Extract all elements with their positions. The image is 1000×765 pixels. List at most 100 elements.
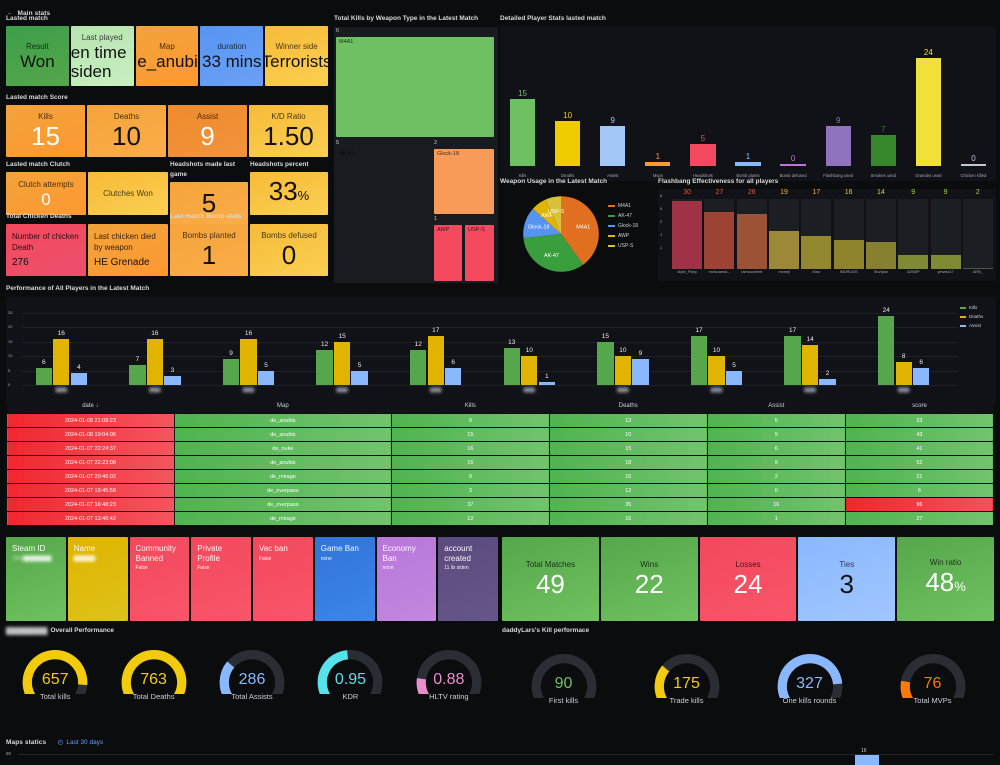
table-cell: 41 xyxy=(844,441,995,456)
flash-bar-category: meneji xyxy=(778,270,790,274)
perf-bar-kills[interactable] xyxy=(129,364,146,385)
table-row[interactable]: 2024-01-07 13:46:42 de_mirage 12 16 1 27 xyxy=(6,511,995,526)
table-row[interactable]: 2024-01-08 19:04:06 de_anubis 15 10 9 43 xyxy=(6,427,995,442)
perf-bar-assist[interactable] xyxy=(257,370,275,385)
flash-bar[interactable] xyxy=(898,255,929,269)
flash-bar[interactable] xyxy=(865,242,896,269)
overall-gauges: 657 Total kills 763 Total Deaths 286 Total As… xyxy=(6,644,498,701)
table-cell: 13 xyxy=(548,413,708,428)
flash-bar[interactable] xyxy=(672,201,703,269)
detailed-bar[interactable] xyxy=(870,134,896,166)
detailed-bar[interactable] xyxy=(690,143,716,166)
flash-bar-category: 420IMP xyxy=(906,270,920,274)
flash-bar-category: n0xz xyxy=(812,270,821,274)
steam-tile-value: 11 år siden xyxy=(444,565,469,571)
table-row[interactable]: 2024-01-07 19:45:58 de_overpass 3 12 0 6 xyxy=(6,483,995,498)
perf-bar-assist[interactable] xyxy=(445,367,462,385)
perf-bar-deaths[interactable] xyxy=(521,356,538,385)
perf-bar-kills[interactable] xyxy=(410,350,427,385)
table-col-header[interactable]: Map xyxy=(174,400,392,414)
perf-bar-assist[interactable] xyxy=(632,359,649,385)
pie-slice-label: USP-S xyxy=(548,209,565,215)
table-col-header[interactable]: Kills xyxy=(391,400,550,414)
treemap-cell[interactable]: M4A1 xyxy=(336,37,494,137)
table-col-header[interactable]: Assist xyxy=(707,400,846,414)
table-header-row[interactable]: date ↓ Map Kills Deaths Assist score xyxy=(6,400,994,414)
perf-bar-kills[interactable] xyxy=(784,336,801,385)
perf-bar-deaths[interactable] xyxy=(146,338,164,385)
table-cell: de_overpass xyxy=(173,497,392,512)
treemap-cell[interactable]: AK-47 xyxy=(336,149,430,281)
detailed-bar[interactable] xyxy=(960,164,987,166)
perf-bar-kills[interactable] xyxy=(316,350,333,385)
flash-bar[interactable] xyxy=(736,214,767,269)
table-row[interactable]: 2024-01-07 20:46:02 de_mirage 9 15 2 21 xyxy=(6,469,995,484)
perf-bar-value: 16 xyxy=(151,329,159,337)
table-cell: 9 xyxy=(706,427,846,442)
table-cell: 16 xyxy=(548,511,708,526)
pie-slice-label: AK-47 xyxy=(544,253,559,259)
clutch-tile-1: Clutches Won xyxy=(88,172,168,215)
detailed-bar[interactable] xyxy=(825,125,851,166)
perf-bar-assist[interactable] xyxy=(725,370,743,385)
perf-legend-item[interactable]: Kills xyxy=(960,303,994,312)
perf-bar-deaths[interactable] xyxy=(53,338,70,385)
flash-bar[interactable] xyxy=(833,239,864,269)
flash-bar[interactable] xyxy=(704,211,735,269)
treemap-cell[interactable]: Glock-18 xyxy=(434,149,494,214)
flash-bar[interactable] xyxy=(801,236,832,269)
table-cell: 6 xyxy=(844,483,995,498)
detailed-bar[interactable] xyxy=(555,121,581,166)
perf-bar-assist[interactable] xyxy=(538,382,555,385)
table-row[interactable]: 2024-01-07 22:23:08 de_anubis 16 18 9 52 xyxy=(6,455,995,470)
flash-bar[interactable] xyxy=(962,267,993,269)
perf-bar-deaths[interactable] xyxy=(801,344,819,385)
table-col-header[interactable]: date ↓ xyxy=(6,400,175,414)
perf-bar-kills[interactable] xyxy=(222,359,240,385)
perf-bar-assist[interactable] xyxy=(351,370,368,385)
row-header-maps-statics[interactable]: Maps statics ◴ Last 30 days xyxy=(6,731,103,749)
lasted-tile-3: duration 33 mins xyxy=(200,26,264,86)
gauge-kill-fill xyxy=(900,680,913,698)
perf-player-label: ████ xyxy=(55,387,67,392)
table-col-header[interactable]: score xyxy=(845,400,994,414)
panel-match-table[interactable]: date ↓ Map Kills Deaths Assist score 2024-01-… xyxy=(6,400,995,526)
detailed-bar[interactable] xyxy=(509,98,536,166)
flash-bar[interactable] xyxy=(769,230,800,269)
perf-gridline xyxy=(22,313,958,314)
detailed-bar[interactable] xyxy=(780,164,806,166)
table-row[interactable]: 2024-01-08 21:08:23 de_anubis 9 13 5 23 xyxy=(6,413,995,428)
table-col-header[interactable]: Deaths xyxy=(549,400,708,414)
perf-bar-kills[interactable] xyxy=(35,367,52,385)
table-row[interactable]: 2024-01-07 22:24:37 de_nuke 16 15 6 41 xyxy=(6,441,995,456)
table-row[interactable]: 2024-01-07 16:48:23 de_overpass 37 35 16 96 xyxy=(6,497,995,512)
detailed-bar[interactable] xyxy=(735,161,761,166)
perf-bar-kills[interactable] xyxy=(690,336,708,385)
perf-bar-deaths[interactable] xyxy=(708,356,725,385)
perf-bar-value: 24 xyxy=(882,306,890,314)
detailed-bar[interactable] xyxy=(645,161,671,166)
maps-bar xyxy=(855,755,879,765)
perf-bar-assist[interactable] xyxy=(70,373,87,385)
flash-bar[interactable] xyxy=(930,255,961,269)
perf-legend-item[interactable]: Assist xyxy=(960,321,994,330)
panel-bomb: Last match Bomb stats Bombs planted 1 Bomb… xyxy=(170,212,328,276)
perf-bar-kills[interactable] xyxy=(878,315,895,385)
lasted-tile-label: duration xyxy=(217,42,247,51)
perf-bar-assist[interactable] xyxy=(164,376,181,385)
table-body[interactable]: 2024-01-08 21:08:23 de_anubis 9 13 5 23 2024-0… xyxy=(6,413,995,526)
perf-bar-assist[interactable] xyxy=(819,379,836,385)
treemap-cell[interactable]: AWP xyxy=(434,225,462,281)
gauge-overall-value: 0.88 xyxy=(433,671,465,688)
detailed-bar[interactable] xyxy=(915,58,941,166)
perf-bar-assist[interactable] xyxy=(913,367,930,385)
headshots-percent-tile: 33% xyxy=(250,172,328,215)
time-range-picker[interactable]: ◴ Last 30 days xyxy=(58,738,104,747)
clutch-tile-label: Clutch attempts xyxy=(18,179,74,189)
perf-legend-item[interactable]: Deaths xyxy=(960,312,994,321)
detailed-bar[interactable] xyxy=(600,125,626,166)
treemap-cell[interactable]: USP-S xyxy=(465,225,494,281)
match-history-table[interactable]: date ↓ Map Kills Deaths Assist score 2024-01-… xyxy=(6,400,995,526)
detailed-bar-value: 24 xyxy=(923,48,933,58)
perf-bar-deaths[interactable] xyxy=(614,356,632,385)
